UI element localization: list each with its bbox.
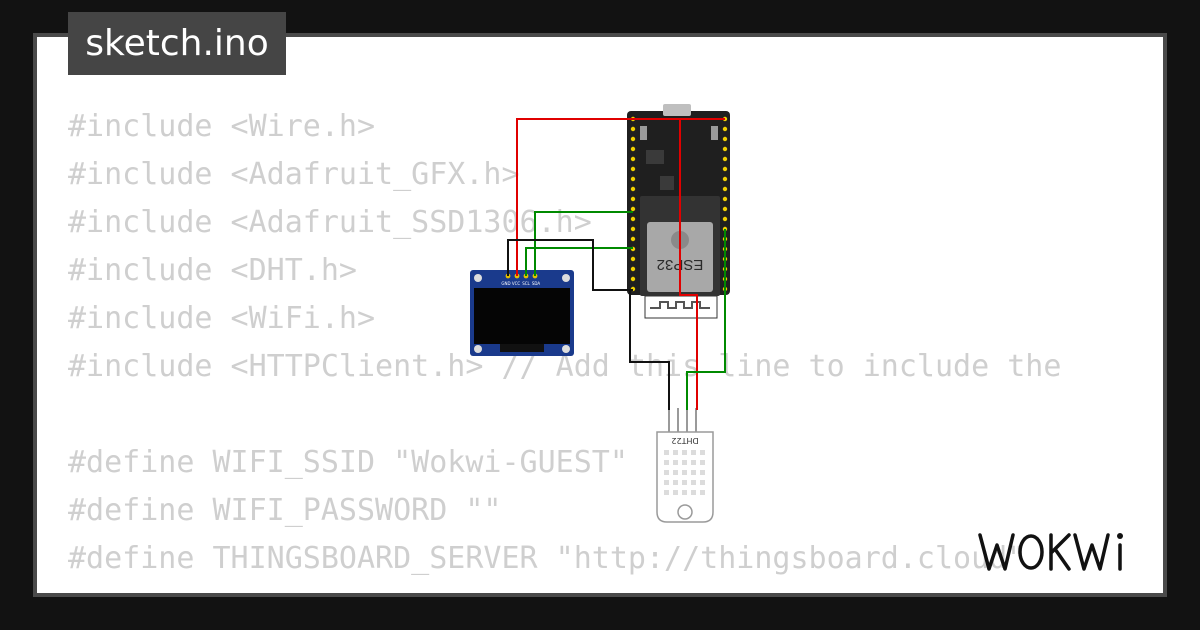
dht22-label: DHT22 — [671, 436, 698, 445]
wokwi-logo — [978, 533, 1123, 571]
oled-pin-vcc: VCC — [512, 281, 521, 286]
wire-gnd-dht — [629, 290, 670, 410]
oled-pin-gnd: GND — [501, 281, 510, 286]
esp32-board: ESP32 — [627, 104, 730, 319]
usb-port — [663, 104, 691, 116]
oled-pin-scl: SCL — [522, 281, 530, 286]
wire-sda — [534, 211, 633, 276]
oled-screen — [474, 288, 570, 344]
oled-display: GND VCC SCL SDA — [470, 270, 574, 356]
dht22-sensor: DHT22 — [656, 408, 714, 523]
oled-pin-sda: SDA — [532, 281, 541, 286]
